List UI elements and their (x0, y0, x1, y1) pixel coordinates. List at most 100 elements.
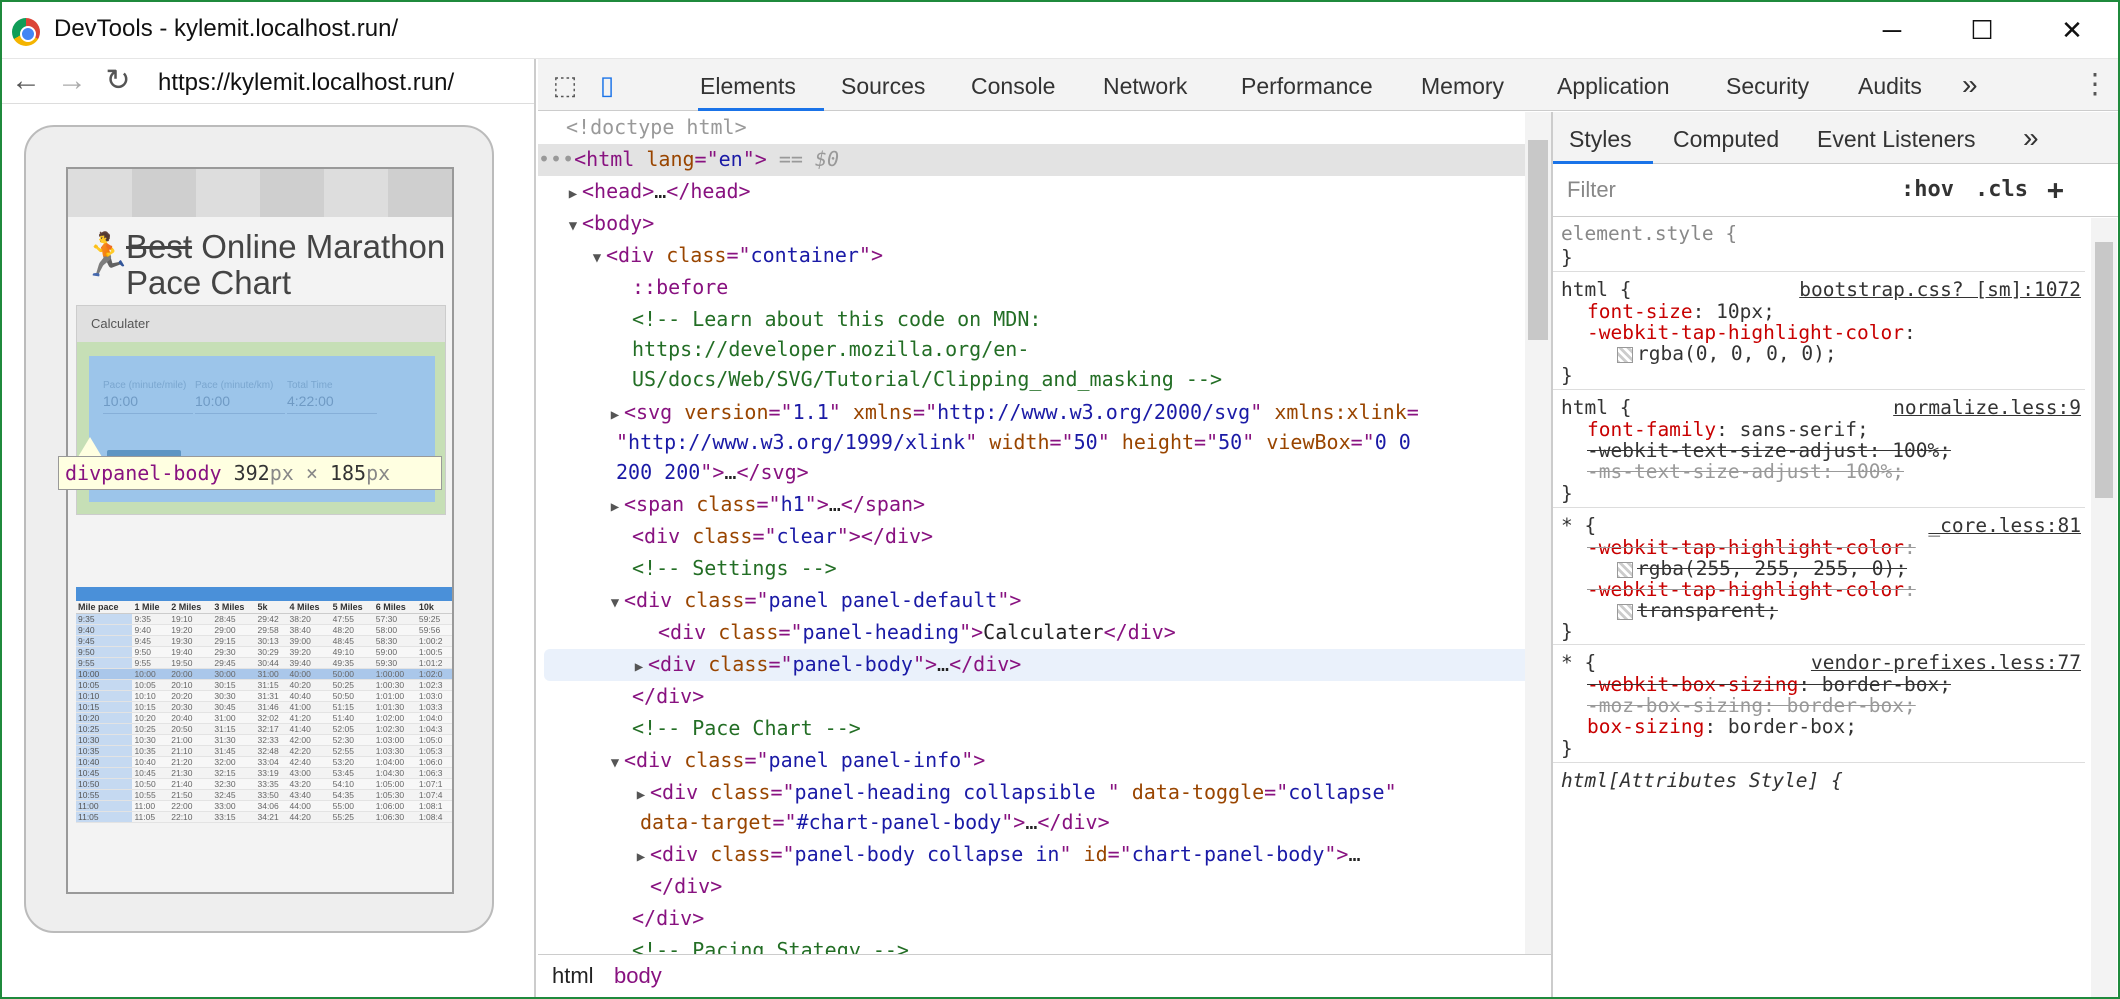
dom-comment-pace-chart[interactable]: <!-- Pace Chart --> (538, 713, 861, 745)
pace-cell: 41:40 (287, 723, 331, 735)
pace-cell: 1:01:2 (416, 657, 452, 669)
styles-scrollbar[interactable] (2091, 218, 2117, 997)
device-screen: 🏃 Best Online Marathon Pace Chart Calcul… (66, 167, 454, 894)
dom-panel-body[interactable]: ▶ <div class="panel-body">…</div> (544, 649, 1544, 681)
styles-tabbar: Styles Computed Event Listeners » (1553, 112, 2118, 164)
dom-panel-info-close[interactable]: </div> (538, 903, 704, 935)
maximize-button[interactable]: ☐ (1937, 2, 2027, 59)
pace-cell: 29:45 (212, 657, 256, 669)
pace-cell: 1:01:00 (373, 690, 417, 702)
table-row: 10:50 10:50 21:40 32:30 33:35 43:20 54:10 1:05:… (76, 778, 452, 790)
crumb-body[interactable]: body (614, 955, 662, 997)
total-time-field[interactable]: Total Time 4:22:00 (287, 380, 377, 414)
pace-cell: 9:45 (132, 635, 170, 647)
source-link[interactable]: normalize.less:9 (1893, 394, 2081, 422)
pace-cell: 47:55 (330, 613, 374, 625)
rule-html-normalize: html { normalize.less:9 font-family: san… (1553, 392, 2085, 508)
tab-elements[interactable]: Elements (700, 73, 796, 100)
pace-mile-field[interactable]: Pace (minute/mile) 10:00 (103, 380, 193, 414)
pace-km-field[interactable]: Pace (minute/km) 10:00 (195, 380, 285, 414)
styles-filter-input[interactable]: Filter (1567, 177, 1616, 203)
table-row: 9:40 9:40 19:20 29:00 29:58 38:40 48:20 58:00 59… (76, 624, 452, 636)
tab-network[interactable]: Network (1103, 73, 1187, 100)
source-link[interactable]: bootstrap.css? [sm]:1072 (1799, 276, 2081, 304)
pace-cell: 1:04:3 (416, 723, 452, 735)
tab-application[interactable]: Application (1557, 73, 1670, 100)
pace-cell: 33:00 (212, 800, 256, 812)
dom-clear[interactable]: <div class="clear"></div> (538, 521, 933, 553)
cls-toggle[interactable]: .cls (1975, 177, 2028, 202)
dom-panel-heading-collapsible[interactable]: ▶ <div class="panel-heading collapsible "… (538, 777, 1397, 809)
chrome-logo-icon (12, 18, 40, 46)
dom-comment-settings[interactable]: <!-- Settings --> (538, 553, 837, 585)
device-toolbar-icon[interactable]: ▯ (590, 69, 624, 101)
dom-comment-pacing[interactable]: <!-- Pacing Stategy --> (538, 935, 909, 954)
more-styles-tabs-icon[interactable]: » (2023, 122, 2039, 154)
tab-sources[interactable]: Sources (841, 73, 925, 100)
dom-container[interactable]: ▼ <div class="container"> (538, 240, 883, 272)
table-row: 10:40 10:40 21:20 32:00 33:04 42:40 53:20 1:04:… (76, 756, 452, 768)
pace-cell: 40:00 (287, 668, 331, 680)
url-field[interactable]: https://kylemit.localhost.run/ (158, 69, 454, 97)
crumb-html[interactable]: html (552, 955, 594, 997)
pace-cell: 10:40 (76, 756, 133, 768)
dom-span-h1[interactable]: ▶ <span class="h1">…</span> (538, 489, 925, 521)
back-icon[interactable]: ← (10, 65, 42, 97)
devtools-tabbar: ⬚ ▯ Elements Sources Console Network Per… (538, 59, 2118, 111)
dom-head[interactable]: ▶ <head>…</head> (538, 176, 751, 208)
table-row: 11:00 11:00 22:00 33:00 34:06 44:00 55:00 1:06:… (76, 800, 452, 812)
pace-cell: 1:08:4 (416, 811, 452, 823)
pace-cell: 31:00 (255, 668, 288, 680)
dom-svg-cont: "http://www.w3.org/1999/xlink" width="50… (616, 430, 1411, 454)
pace-cell: 21:00 (169, 734, 213, 746)
pace-cell: 1:03:3 (416, 701, 452, 713)
elements-scrollbar[interactable] (1525, 112, 1551, 954)
pace-cell: 1:02:00 (373, 712, 417, 724)
tab-styles[interactable]: Styles (1569, 126, 1632, 153)
pace-cell: 1:03:30 (373, 745, 417, 757)
pace-cell: 49:35 (330, 657, 374, 669)
tab-security[interactable]: Security (1726, 73, 1809, 100)
tab-memory[interactable]: Memory (1421, 73, 1504, 100)
dom-panel-default[interactable]: ▼ <div class="panel panel-default"> (538, 585, 1022, 617)
dom-svg[interactable]: ▶ <svg version="1.1" xmlns="http://www.w3… (538, 397, 1419, 429)
tab-event-listeners[interactable]: Event Listeners (1817, 126, 1976, 153)
pace-cell: 1:05:30 (373, 789, 417, 801)
dom-panel-default-close[interactable]: </div> (538, 681, 704, 713)
dom-panel-info[interactable]: ▼ <div class="panel panel-info"> (538, 745, 986, 777)
more-tabs-icon[interactable]: » (1962, 69, 1978, 101)
pace-cell: 31:30 (212, 734, 256, 746)
pace-cell: 39:00 (287, 635, 331, 647)
close-button[interactable]: ✕ (2027, 2, 2117, 59)
pace-cell: 10:05 (76, 679, 133, 691)
forward-icon[interactable]: → (56, 65, 88, 97)
pace-cell: 1:04:30 (373, 767, 417, 779)
dom-html[interactable]: •••<html lang="en"> == $0 (538, 144, 1538, 176)
pace-cell: 29:42 (255, 613, 288, 625)
dom-comment-mdn[interactable]: <!-- Learn about this code on MDN: (538, 304, 1041, 336)
minimize-button[interactable]: ─ (1847, 2, 1937, 59)
pace-header-cell: 10k (416, 601, 452, 614)
pace-cell: 9:55 (132, 657, 170, 669)
new-rule-icon[interactable]: + (2047, 173, 2064, 206)
tab-console[interactable]: Console (971, 73, 1055, 100)
dom-panel-heading[interactable]: <div class="panel-heading">Calculater</d… (538, 617, 1176, 649)
dom-before[interactable]: ::before (538, 272, 728, 304)
tab-computed[interactable]: Computed (1673, 126, 1779, 153)
inspect-element-icon[interactable]: ⬚ (548, 69, 582, 101)
devtools-menu-icon[interactable]: ⋮ (2081, 67, 2109, 100)
source-link[interactable]: _core.less:81 (1928, 512, 2081, 540)
breadcrumb: html body (538, 954, 1551, 997)
pace-cell: 31:15 (212, 723, 256, 735)
pace-cell: 1:06:00 (373, 800, 417, 812)
pace-cell: 22:10 (169, 811, 213, 823)
pace-cell: 33:04 (255, 756, 288, 768)
tab-audits[interactable]: Audits (1858, 73, 1922, 100)
dom-chart-panel-body[interactable]: ▶ <div class="panel-body collapse in" id=… (538, 839, 1361, 871)
reload-icon[interactable]: ↻ (102, 65, 134, 97)
dom-doctype[interactable]: <!doctype html> (538, 112, 747, 144)
hov-toggle[interactable]: :hov (1901, 177, 1954, 202)
dom-body[interactable]: ▼ <body> (538, 208, 654, 240)
tab-performance[interactable]: Performance (1241, 73, 1373, 100)
pace-cell: 1:03:0 (416, 690, 452, 702)
